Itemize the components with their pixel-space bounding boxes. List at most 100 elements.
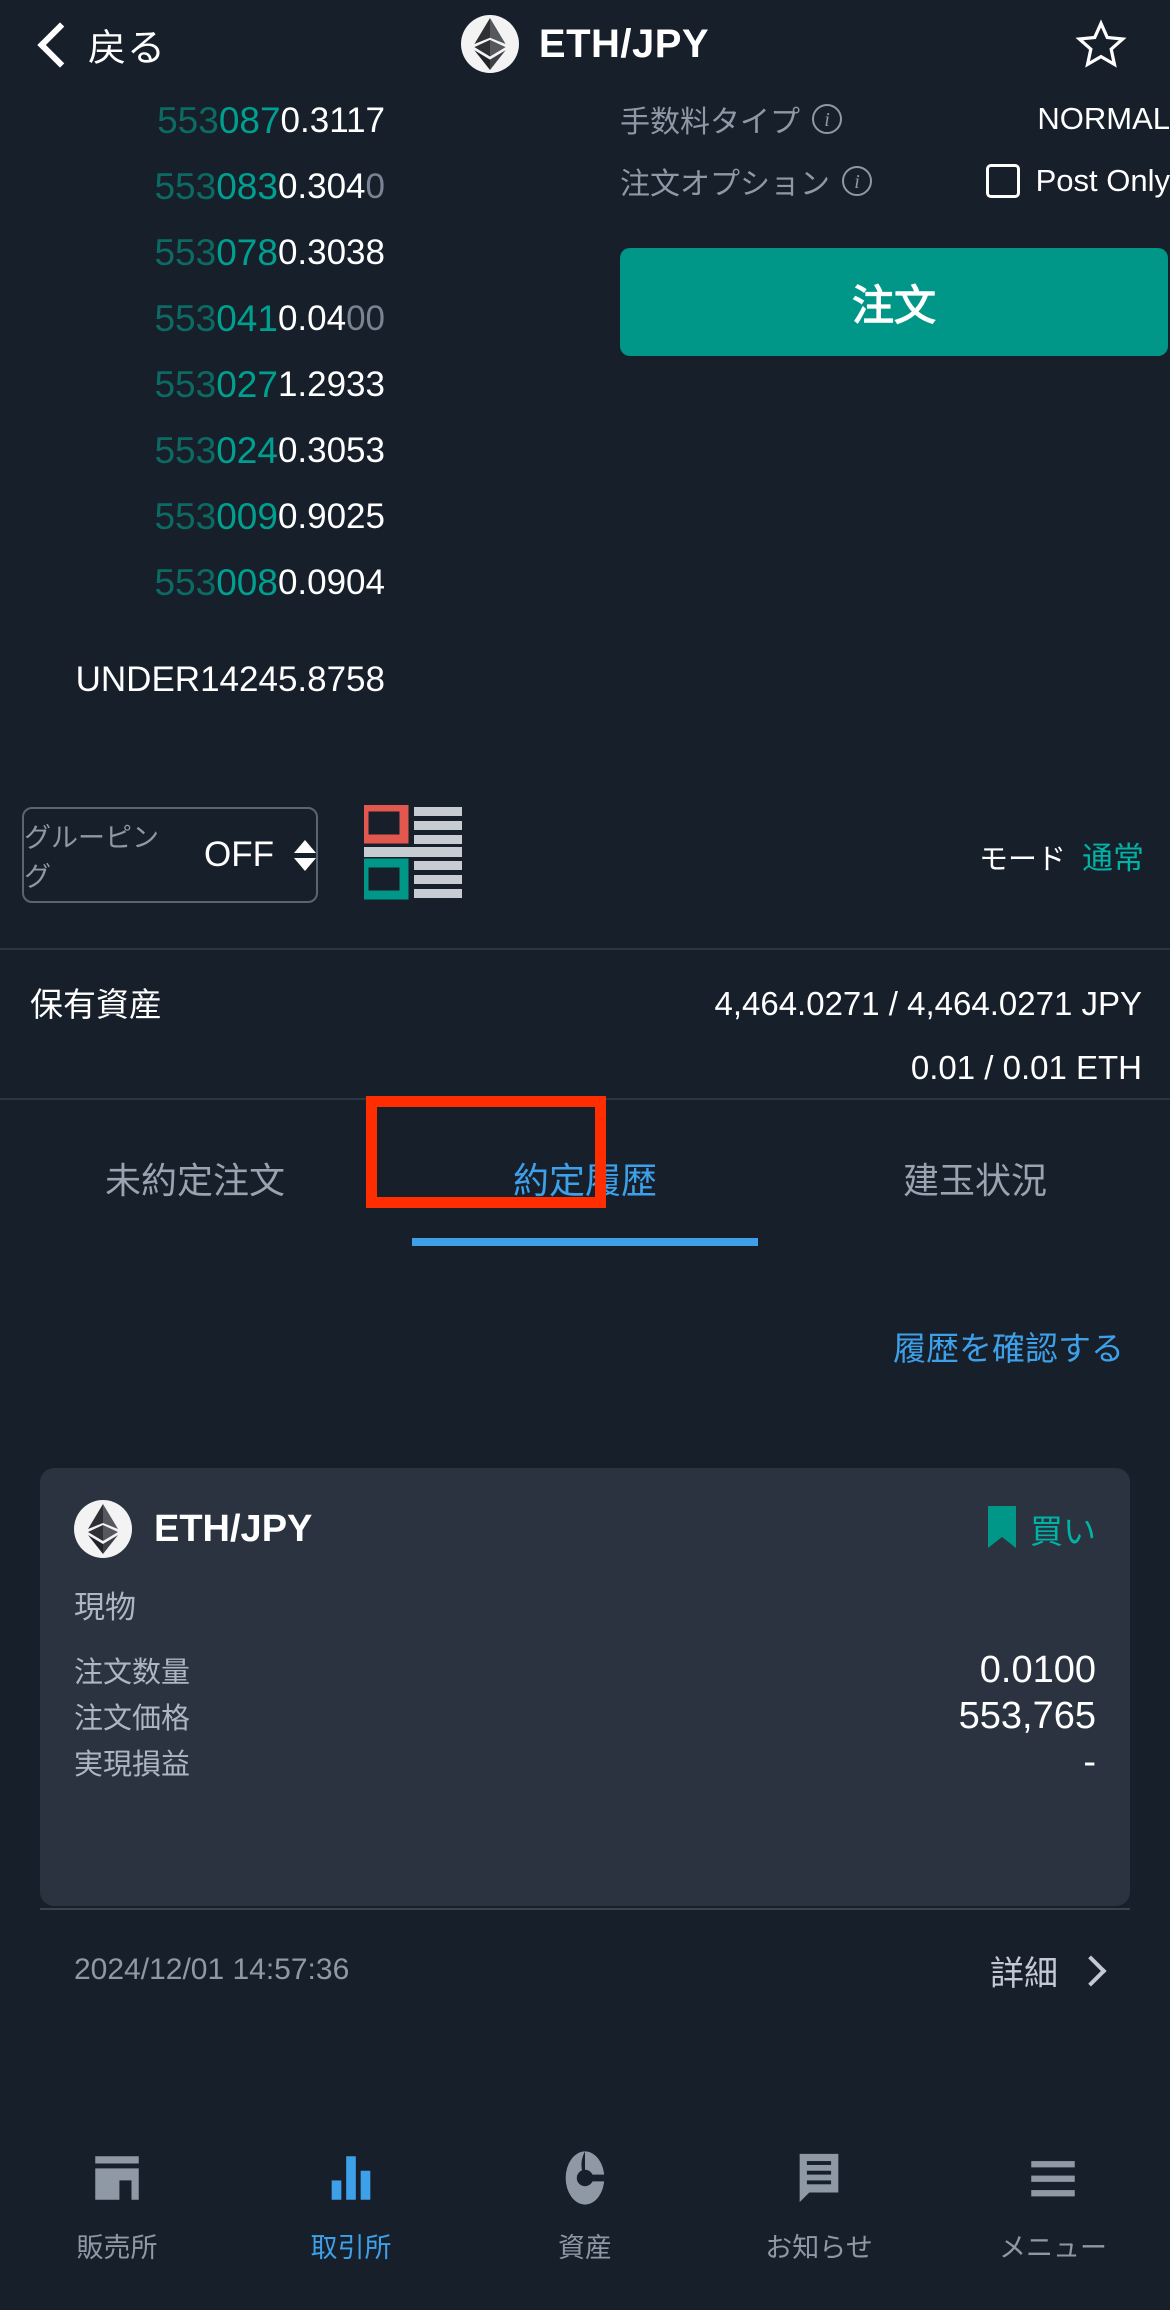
card-pair-label: ETH/JPY bbox=[154, 1507, 313, 1550]
card-row-quantity: 注文数量 0.0100 bbox=[74, 1647, 1096, 1693]
holdings-label: 保有資産 bbox=[30, 986, 162, 1023]
order-book-price: 553027 bbox=[154, 364, 278, 405]
info-icon[interactable]: i bbox=[842, 166, 872, 196]
grouping-label: グルーピング bbox=[24, 823, 159, 892]
fee-type-label: 手数料タイプ bbox=[620, 106, 800, 139]
order-option-label-group: 注文オプション i bbox=[620, 159, 872, 203]
card-row-value: - bbox=[1083, 1740, 1096, 1783]
mode-display[interactable]: モード 通常 bbox=[979, 833, 1144, 878]
execution-card[interactable]: ETH/JPY 買い 現物 注文数量 0.0100 注文価格 553,765 実… bbox=[40, 1468, 1130, 1906]
order-book-price: 553078 bbox=[154, 232, 278, 273]
card-detail-rows: 注文数量 0.0100 注文価格 553,765 実現損益 - bbox=[40, 1627, 1130, 1785]
chevron-right-icon bbox=[1080, 1956, 1096, 1984]
post-only-checkbox[interactable] bbox=[985, 164, 1020, 198]
tab-open-orders[interactable]: 未約定注文 bbox=[0, 1100, 390, 1256]
header-title-group: ETH/JPY bbox=[0, 15, 1170, 73]
card-row-price: 注文価格 553,765 bbox=[74, 1693, 1096, 1739]
nav-item-notifications[interactable]: お知らせ bbox=[702, 2130, 936, 2310]
card-footer: 2024/12/01 14:57:36 詳細 bbox=[40, 1910, 1130, 2030]
card-row-value: 553,765 bbox=[958, 1694, 1096, 1737]
order-book-quantity: 0.9025 bbox=[277, 497, 385, 536]
post-only-label: Post Only bbox=[1035, 163, 1170, 198]
order-book-price: 553008 bbox=[154, 562, 278, 603]
grouping-select[interactable]: グルーピング OFF bbox=[22, 807, 318, 903]
order-book-row[interactable]: 553009 0.9025 bbox=[0, 484, 600, 550]
storefront-icon bbox=[88, 2144, 146, 2212]
order-book-row[interactable]: 553008 0.0904 bbox=[0, 550, 600, 616]
order-book-price: 553087 bbox=[157, 100, 281, 141]
tab-positions[interactable]: 建玉状況 bbox=[780, 1100, 1170, 1256]
page-title: ETH/JPY bbox=[538, 21, 710, 66]
trade-side-group: 買い bbox=[988, 1505, 1096, 1553]
order-book-price: 553083 bbox=[154, 166, 278, 207]
order-book-price: 553024 bbox=[154, 430, 278, 471]
order-book-row[interactable]: 553041 0.0400 bbox=[0, 286, 600, 352]
holdings-values: 4,464.0271 / 4,464.0271 JPY 0.01 / 0.01 … bbox=[714, 972, 1142, 1100]
tab-execution-history[interactable]: 約定履歴 bbox=[390, 1100, 780, 1256]
grouping-value: OFF bbox=[204, 835, 274, 874]
holdings-jpy: 4,464.0271 / 4,464.0271 JPY bbox=[714, 985, 1142, 1022]
trade-side-label: 買い bbox=[1030, 1513, 1096, 1550]
ethereum-icon bbox=[460, 15, 519, 73]
order-book-quantity: 0.3117 bbox=[280, 101, 385, 140]
submit-order-button[interactable]: 注文 bbox=[620, 248, 1168, 356]
order-book-price: 553041 bbox=[154, 298, 278, 339]
notification-message-icon bbox=[790, 2144, 848, 2212]
card-row-value: 0.0100 bbox=[979, 1648, 1096, 1691]
holdings-eth: 0.01 / 0.01 ETH bbox=[910, 1049, 1142, 1086]
order-book-quantity: 1.2933 bbox=[277, 365, 385, 404]
order-book-row[interactable]: 553083 0.3040 bbox=[0, 154, 600, 220]
order-book-under-row: UNDER 14245.8758 bbox=[0, 640, 600, 720]
card-header: ETH/JPY 買い bbox=[40, 1468, 1130, 1558]
order-book-quantity: 0.0904 bbox=[277, 563, 385, 602]
grouping-toolbar: グルーピング OFF モード 通常 bbox=[0, 790, 1170, 920]
hamburger-menu-icon bbox=[1024, 2144, 1082, 2212]
under-label: UNDER bbox=[75, 660, 201, 699]
mode-label: モード bbox=[978, 843, 1066, 876]
order-book: 553087 0.3117 553083 0.3040 553078 0.303… bbox=[0, 88, 600, 720]
order-book-row[interactable]: 553087 0.3117 bbox=[0, 88, 600, 154]
fee-type-label-group: 手数料タイプ i bbox=[620, 97, 842, 141]
post-only-control[interactable]: Post Only bbox=[985, 163, 1170, 199]
bookmark-icon bbox=[988, 1505, 1016, 1553]
app-header: 戻る ETH/JPY bbox=[0, 0, 1170, 88]
orderbook-layout-icon[interactable] bbox=[359, 802, 484, 905]
nav-label: メニュー bbox=[999, 2233, 1107, 2263]
order-book-row[interactable]: 553024 0.3053 bbox=[0, 418, 600, 484]
bottom-navigation: 販売所 取引所 資産 お知らせ メニュー bbox=[0, 2130, 1170, 2310]
mode-value: 通常 bbox=[1082, 840, 1144, 876]
nav-item-assets[interactable]: 資産 bbox=[468, 2130, 702, 2310]
nav-label: 販売所 bbox=[76, 2233, 158, 2263]
fee-type-value: NORMAL bbox=[1037, 101, 1170, 136]
card-detail-label: 詳細 bbox=[990, 1954, 1058, 1993]
order-book-quantity: 0.3053 bbox=[277, 431, 385, 470]
info-icon[interactable]: i bbox=[812, 104, 842, 134]
order-entry-panel: 手数料タイプ i NORMAL 注文オプション i Post Only 注文 bbox=[620, 88, 1170, 356]
card-detail-button[interactable]: 詳細 bbox=[990, 1946, 1096, 1995]
favorite-star-icon[interactable] bbox=[1074, 18, 1128, 75]
nav-item-menu[interactable]: メニュー bbox=[936, 2130, 1170, 2310]
order-option-label: 注文オプション bbox=[620, 168, 830, 201]
bar-chart-icon bbox=[322, 2144, 380, 2212]
trading-app-screen: 戻る ETH/JPY 553087 0.3117 553083 0.3040 5… bbox=[0, 0, 1170, 2310]
pie-chart-icon bbox=[556, 2144, 614, 2212]
card-row-label: 実現損益 bbox=[74, 1749, 191, 1781]
history-tabs: 未約定注文 約定履歴 建玉状況 bbox=[0, 1100, 1170, 1256]
card-row-label: 注文数量 bbox=[74, 1657, 191, 1689]
order-option-row: 注文オプション i Post Only bbox=[620, 150, 1170, 212]
order-book-row[interactable]: 553078 0.3038 bbox=[0, 220, 600, 286]
order-book-row[interactable]: 553027 1.2933 bbox=[0, 352, 600, 418]
under-value: 14245.8758 bbox=[200, 660, 385, 699]
nav-item-sales-office[interactable]: 販売所 bbox=[0, 2130, 234, 2310]
nav-label: 資産 bbox=[558, 2233, 612, 2263]
nav-item-exchange[interactable]: 取引所 bbox=[234, 2130, 468, 2310]
ethereum-icon bbox=[74, 1500, 132, 1558]
updown-arrows-icon[interactable] bbox=[294, 839, 316, 871]
card-row-label: 注文価格 bbox=[74, 1703, 191, 1735]
check-history-link[interactable]: 履歴を確認する bbox=[893, 1322, 1124, 1370]
card-trade-type: 現物 bbox=[74, 1590, 136, 1625]
order-book-quantity: 0.0400 bbox=[277, 299, 385, 338]
order-book-price: 553009 bbox=[154, 496, 278, 537]
order-book-quantity: 0.3040 bbox=[277, 167, 385, 206]
execution-timestamp: 2024/12/01 14:57:36 bbox=[74, 1953, 350, 1986]
